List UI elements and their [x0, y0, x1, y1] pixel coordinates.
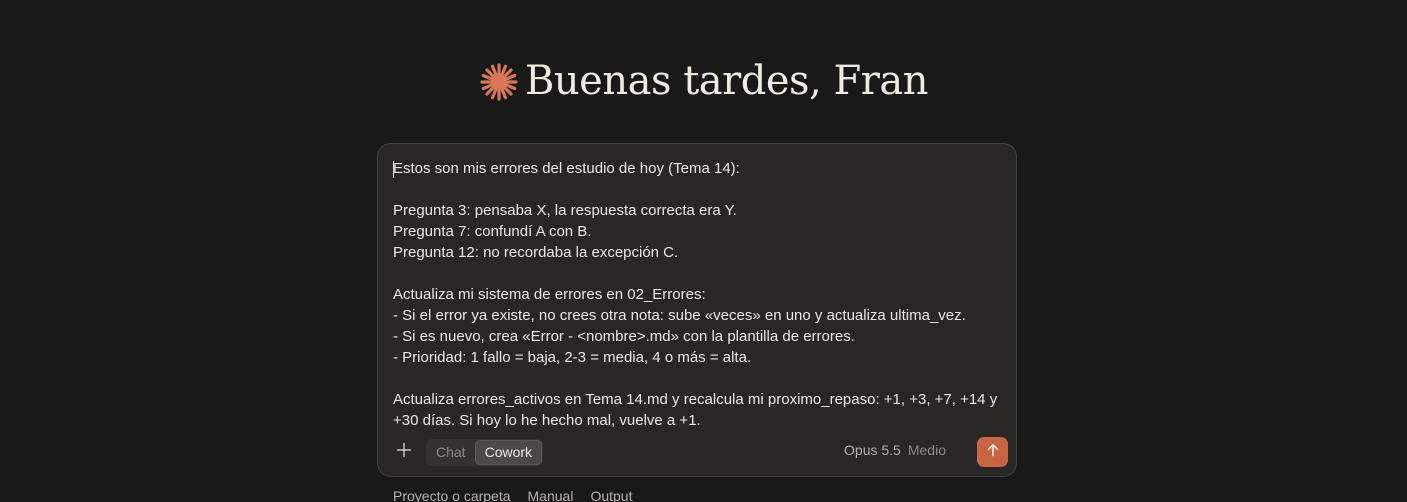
chip-output[interactable]: Output [590, 488, 632, 502]
prompt-line: - Prioridad: 1 fallo = baja, 2-3 = media… [393, 349, 752, 366]
spark-asterisk-icon [479, 62, 519, 102]
suggestion-chips: Proyecto o carpeta Manual Output [393, 488, 632, 502]
prompt-line: Pregunta 3: pensaba X, la respuesta corr… [393, 202, 737, 219]
text-caret [393, 161, 394, 178]
prompt-line: Pregunta 7: confundí A con B. [393, 223, 592, 240]
message-composer[interactable]: Estos son mis errores del estudio de hoy… [377, 143, 1017, 477]
prompt-line [393, 263, 1005, 284]
prompt-line: Actualiza mi sistema de errores en 02_Er… [393, 286, 706, 303]
prompt-input[interactable]: Estos son mis errores del estudio de hoy… [393, 158, 1005, 430]
mode-chat-button[interactable]: Chat [427, 440, 475, 465]
home-screen: Buenas tardes, Fran Estos son mis errore… [0, 0, 1407, 502]
prompt-line: Estos son mis errores del estudio de hoy… [393, 160, 740, 177]
arrow-up-icon [986, 443, 1000, 462]
prompt-line: Pregunta 12: no recordaba la excepción C… [393, 244, 679, 261]
effort-level: Medio [907, 442, 946, 458]
greeting-title: Buenas tardes, Fran [525, 58, 928, 104]
model-selector[interactable]: Opus 5.5 Medio [844, 442, 946, 458]
prompt-line: - Si es nuevo, crea «Error - <nombre>.md… [393, 328, 855, 345]
composer-toolbar: Chat Cowork Opus 5.5 Medio [388, 437, 1008, 467]
mode-cowork-button[interactable]: Cowork [474, 440, 543, 465]
model-name: Opus 5.5 [844, 442, 901, 458]
prompt-line: +30 días. Si hoy lo he hecho mal, vuelve… [393, 412, 701, 429]
add-attachment-button[interactable] [390, 438, 418, 466]
send-button[interactable] [977, 437, 1008, 467]
chip-project-folder[interactable]: Proyecto o carpeta [393, 488, 511, 502]
prompt-line: - Si el error ya existe, no crees otra n… [393, 307, 966, 324]
prompt-line: Actualiza errores_activos en Tema 14.md … [393, 391, 998, 408]
mode-switch: Chat Cowork [426, 439, 544, 466]
greeting-header: Buenas tardes, Fran [0, 58, 1407, 104]
plus-icon [396, 442, 412, 463]
prompt-line [393, 368, 1005, 389]
prompt-line [393, 179, 1005, 200]
chip-manual[interactable]: Manual [528, 488, 574, 502]
